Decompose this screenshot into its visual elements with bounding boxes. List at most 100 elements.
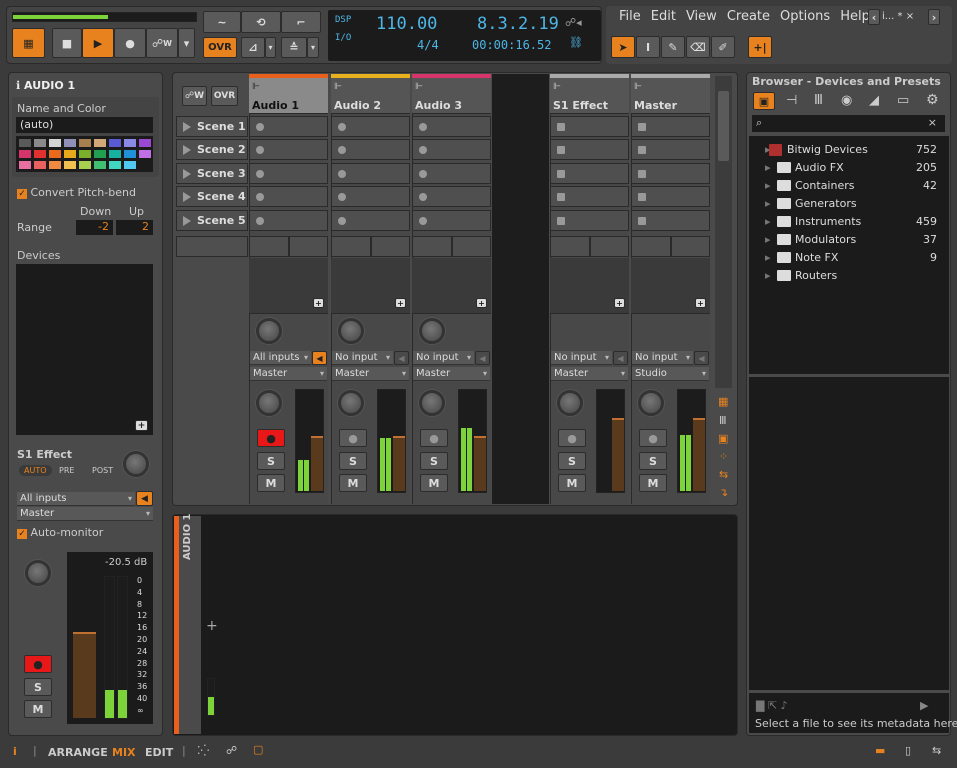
solo-button[interactable]: S bbox=[24, 678, 52, 696]
track-name[interactable]: Audio 2 bbox=[334, 99, 381, 112]
groove-dropdown[interactable]: ▾ bbox=[307, 37, 319, 58]
time-display[interactable]: 00:00:16.52 bbox=[472, 38, 551, 52]
follow-playhead-button[interactable]: +| bbox=[748, 36, 772, 58]
color-swatch[interactable] bbox=[93, 149, 107, 159]
output-select[interactable]: Master bbox=[250, 367, 327, 381]
scene-launch-1[interactable]: Scene 1 bbox=[176, 116, 248, 137]
record-arm-button[interactable]: ● bbox=[257, 429, 285, 447]
clip-launcher-toggle-icon[interactable]: ▦ bbox=[718, 395, 728, 408]
record-button[interactable]: ● bbox=[114, 28, 146, 58]
clip-slot[interactable] bbox=[631, 209, 710, 231]
send-knob[interactable] bbox=[419, 318, 445, 344]
scene-launch-4[interactable]: Scene 4 bbox=[176, 186, 248, 208]
output-select[interactable]: Master bbox=[17, 507, 153, 521]
browser-folder[interactable]: Instruments459 bbox=[749, 213, 949, 231]
color-swatch[interactable] bbox=[33, 160, 47, 170]
solo-button[interactable]: S bbox=[558, 452, 586, 470]
menu-file[interactable]: File bbox=[619, 9, 641, 24]
clip-slot[interactable] bbox=[412, 209, 491, 231]
convert-pitch-bend-checkbox[interactable]: ✓ Convert Pitch-bend bbox=[17, 186, 136, 199]
output-select[interactable]: Master bbox=[551, 367, 628, 381]
clips-tab-icon[interactable]: ◢ bbox=[869, 93, 879, 108]
punch-button[interactable]: ⌐ bbox=[281, 11, 321, 33]
solo-button[interactable]: S bbox=[639, 452, 667, 470]
mapping-icon[interactable]: ⇆ bbox=[932, 744, 941, 757]
menu-edit[interactable]: Edit bbox=[651, 9, 676, 24]
range-down-field[interactable]: -2 bbox=[76, 220, 113, 235]
volume-readout[interactable]: -20.5 dB bbox=[105, 557, 147, 568]
preview-icons[interactable]: ▇ ⇱ ♪ bbox=[756, 699, 788, 712]
color-swatch[interactable] bbox=[123, 149, 137, 159]
color-swatch[interactable] bbox=[93, 160, 107, 170]
mute-button[interactable]: M bbox=[257, 474, 285, 492]
pencil-tool[interactable]: ✎ bbox=[661, 36, 685, 58]
color-swatch[interactable] bbox=[108, 149, 122, 159]
clip-slot[interactable] bbox=[550, 209, 629, 231]
clip-stop-button[interactable] bbox=[249, 236, 289, 257]
volume-fader[interactable] bbox=[393, 435, 405, 491]
monitor-button[interactable]: ◀ bbox=[136, 491, 153, 506]
add-device-button[interactable]: + bbox=[135, 420, 148, 431]
time-signature-display[interactable]: 4/4 bbox=[417, 38, 439, 52]
browser-folder[interactable]: Modulators37 bbox=[749, 231, 949, 249]
io-section-toggle-icon[interactable]: Ⅲ bbox=[719, 414, 727, 427]
clip-slot[interactable] bbox=[249, 162, 328, 184]
project-tab[interactable]: i... * × bbox=[882, 11, 914, 22]
color-swatch[interactable] bbox=[18, 149, 32, 159]
samples-tab-icon[interactable]: ⊣ bbox=[786, 93, 797, 108]
clip-slot[interactable] bbox=[249, 186, 328, 208]
link-icon[interactable]: ⛓ bbox=[569, 36, 583, 49]
menu-options[interactable]: Options bbox=[780, 9, 830, 24]
mute-button[interactable]: M bbox=[420, 474, 448, 492]
clip-stop-button[interactable] bbox=[412, 236, 452, 257]
output-select[interactable]: Studio bbox=[632, 367, 709, 381]
tempo-display[interactable]: 110.00 bbox=[376, 14, 437, 34]
monitor-button[interactable]: ◀ bbox=[694, 351, 709, 365]
color-swatch[interactable] bbox=[108, 138, 122, 148]
file-icon[interactable]: ▯ bbox=[905, 744, 911, 757]
input-select[interactable]: No input bbox=[551, 351, 612, 365]
view-mix[interactable]: MIX bbox=[112, 746, 136, 759]
browser-search-input[interactable]: ⌕ × bbox=[752, 115, 945, 132]
color-swatch[interactable] bbox=[123, 160, 137, 170]
mixer-ovr-button[interactable]: OVR bbox=[211, 86, 238, 106]
add-device-button[interactable]: + bbox=[614, 298, 625, 308]
color-swatch[interactable] bbox=[33, 138, 47, 148]
color-swatch[interactable] bbox=[48, 149, 62, 159]
time-select-tool[interactable]: I bbox=[636, 36, 660, 58]
clip-slot[interactable] bbox=[249, 116, 328, 137]
pan-knob[interactable] bbox=[338, 390, 364, 416]
info-toggle-icon[interactable]: i bbox=[13, 745, 17, 758]
input-select[interactable]: All inputs bbox=[250, 351, 311, 365]
volume-fader[interactable] bbox=[612, 417, 624, 491]
color-swatch[interactable] bbox=[18, 138, 32, 148]
clip-slot[interactable] bbox=[631, 162, 710, 184]
add-device-button[interactable]: + bbox=[313, 298, 324, 308]
add-device-button[interactable]: + bbox=[476, 298, 487, 308]
monitor-button[interactable]: ◀ bbox=[312, 351, 327, 365]
send-knob[interactable] bbox=[256, 318, 282, 344]
menu-view[interactable]: View bbox=[686, 9, 717, 24]
menu-create[interactable]: Create bbox=[727, 9, 770, 24]
clip-options-button[interactable] bbox=[671, 236, 710, 257]
clip-options-button[interactable] bbox=[590, 236, 629, 257]
scene-launch-2[interactable]: Scene 2 bbox=[176, 139, 248, 161]
send-mode-pre[interactable]: PRE bbox=[59, 466, 74, 475]
pan-knob[interactable] bbox=[25, 560, 51, 586]
color-swatch[interactable] bbox=[18, 160, 32, 170]
sends-toggle-icon[interactable]: ⁘ bbox=[719, 450, 728, 463]
color-swatch[interactable] bbox=[48, 138, 62, 148]
scene-launch-3[interactable]: Scene 3 bbox=[176, 162, 248, 184]
view-arrange[interactable]: ARRANGE bbox=[48, 746, 108, 759]
clip-slot[interactable] bbox=[550, 116, 629, 137]
clip-slot[interactable] bbox=[550, 139, 629, 161]
solo-button[interactable]: S bbox=[339, 452, 367, 470]
scene-launch-5[interactable]: Scene 5 bbox=[176, 209, 248, 231]
pan-knob[interactable] bbox=[256, 390, 282, 416]
monitor-button[interactable]: ◀ bbox=[394, 351, 409, 365]
eraser-tool[interactable]: ⌫ bbox=[686, 36, 710, 58]
send-knob[interactable] bbox=[338, 318, 364, 344]
automation-dropdown[interactable]: ▾ bbox=[178, 28, 195, 58]
browser-folder[interactable]: Containers42 bbox=[749, 177, 949, 195]
clip-slot[interactable] bbox=[249, 209, 328, 231]
